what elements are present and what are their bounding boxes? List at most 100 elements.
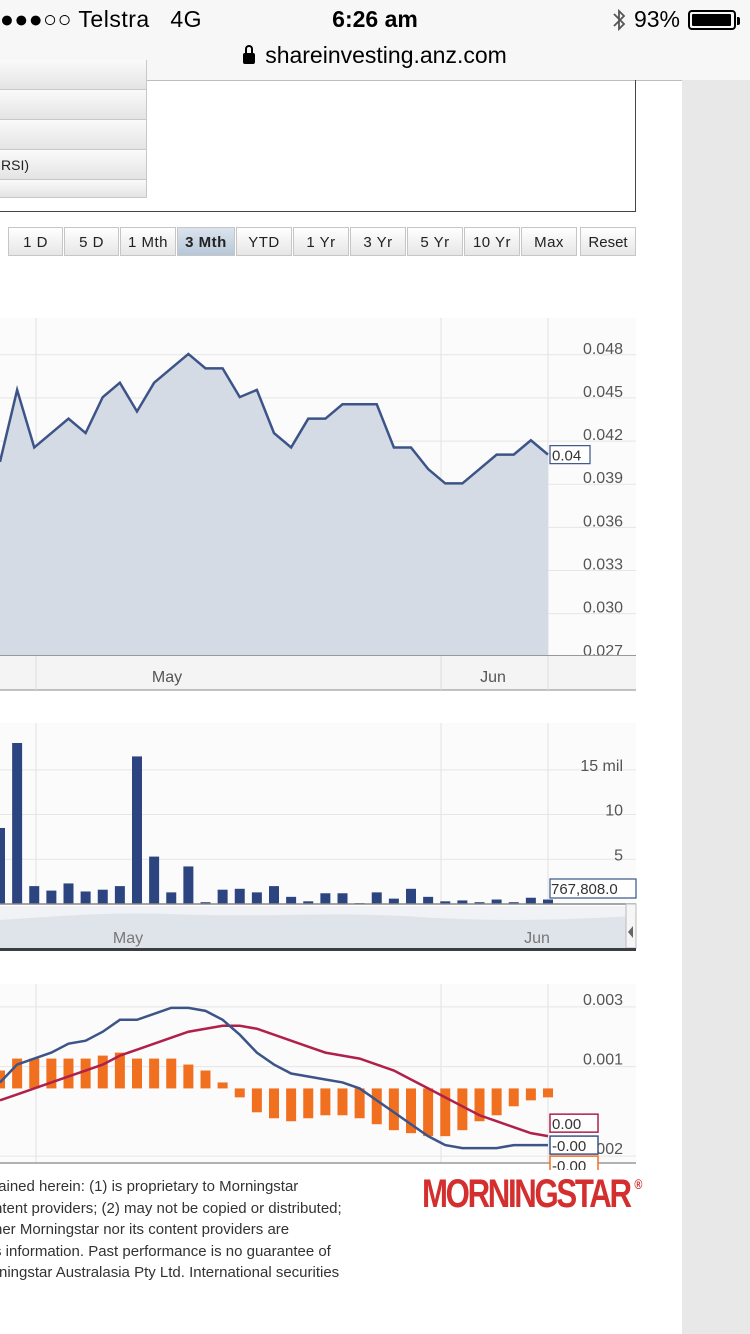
- histogram-bar: [354, 1088, 365, 1119]
- histogram-bar: [286, 1088, 297, 1122]
- volume-bar: [114, 886, 125, 904]
- logo-text: MORNINGSTAR: [422, 1172, 632, 1216]
- volume-bar: [97, 889, 108, 904]
- y-tick-label: 0.039: [583, 470, 623, 487]
- volume-bar: [0, 827, 5, 904]
- range-button[interactable]: 5 D: [64, 227, 119, 256]
- volume-bar: [406, 888, 416, 904]
- indicator-value-label: 0.00: [552, 1116, 581, 1133]
- disclaimer-line: rningstar Australasia Pty Ltd. Internati…: [0, 1264, 340, 1281]
- volume-bar: [80, 891, 91, 904]
- histogram-bar: [251, 1088, 262, 1113]
- morningstar-logo: MORNINGSTAR ®: [422, 1172, 643, 1216]
- disclaimer-line: tained herein: (1) is proprietary to Mor…: [0, 1178, 299, 1195]
- volume-bar: [371, 892, 382, 904]
- histogram-bar: [80, 1058, 91, 1089]
- menu-item[interactable]: [0, 180, 147, 198]
- volume-bar: [183, 866, 194, 904]
- range-button[interactable]: 1 D: [8, 227, 63, 256]
- y-tick-label: 0.042: [583, 427, 623, 444]
- volume-bar: [63, 883, 74, 904]
- range-button[interactable]: 5 Yr: [407, 227, 463, 256]
- histogram-bar: [183, 1064, 194, 1089]
- indicator-value-label: -0.00: [552, 1138, 586, 1155]
- histogram-bar: [166, 1058, 177, 1089]
- menu-item[interactable]: [0, 120, 147, 150]
- volume-bar: [320, 893, 331, 904]
- indicator-value-label: -0.00: [552, 1158, 586, 1170]
- volume-bar: [217, 889, 228, 904]
- y-tick-label: 0.033: [583, 557, 623, 574]
- histogram-bar: [508, 1088, 519, 1107]
- volume-panel-bg: [0, 723, 636, 904]
- range-button[interactable]: 1 Mth: [120, 227, 176, 256]
- menu-item[interactable]: [0, 60, 147, 90]
- volume-bar: [286, 896, 297, 904]
- volume-bar: [132, 756, 142, 904]
- histogram-bar: [234, 1088, 245, 1098]
- y-tick-label: 15 mil: [580, 758, 623, 775]
- range-button[interactable]: 10 Yr: [464, 227, 520, 256]
- volume-bar: [29, 886, 40, 904]
- y-tick-label: 5: [614, 847, 623, 864]
- histogram-bar: [320, 1088, 331, 1116]
- range-button[interactable]: Max: [521, 227, 577, 256]
- volume-bar: [149, 856, 160, 904]
- chart-area: 0.0480.0450.0420.0390.0360.0330.0300.027…: [0, 318, 637, 1170]
- histogram-bar: [303, 1088, 314, 1119]
- range-button[interactable]: YTD: [236, 227, 292, 256]
- volume-bar: [525, 897, 536, 904]
- indicator-menu: RSI): [0, 60, 636, 212]
- menu-item[interactable]: [0, 90, 147, 120]
- y-tick-label: 0.045: [583, 384, 623, 401]
- x-tick-label: May: [152, 669, 182, 686]
- page-margin: [682, 80, 750, 1334]
- histogram-bar: [97, 1055, 108, 1089]
- reset-button[interactable]: Reset: [580, 227, 636, 256]
- histogram-bar: [337, 1088, 348, 1116]
- histogram-bar: [423, 1088, 434, 1137]
- histogram-bar: [63, 1058, 74, 1089]
- disclaimer-line: s information. Past performance is no gu…: [0, 1242, 331, 1260]
- volume-bar: [234, 888, 245, 904]
- y-tick-label: 0.036: [583, 513, 623, 530]
- histogram-bar: [525, 1088, 536, 1101]
- y-tick-label: 0.001: [583, 1052, 623, 1069]
- histogram-bar: [149, 1058, 160, 1089]
- range-button[interactable]: 1 Yr: [293, 227, 349, 256]
- range-selector: 1 D5 D1 Mth 3 Mth YTD 1 Yr 3 Yr 5 Yr 10 Yr Max: [8, 227, 577, 256]
- battery-percent: 93%: [633, 6, 680, 32]
- y-tick-label: 0.003: [583, 992, 623, 1009]
- range-button[interactable]: 3 Mth: [177, 227, 235, 256]
- volume-bar: [46, 890, 57, 904]
- macd-panel-bg: [0, 984, 636, 1163]
- x-tick-label: Jun: [480, 669, 506, 686]
- lock-icon: [243, 45, 256, 64]
- disclaimer-line: her Morningstar nor its content provider…: [0, 1221, 290, 1238]
- current-price-label: 0.04: [552, 448, 581, 465]
- y-tick-label: 0.030: [583, 600, 623, 617]
- volume-bar: [251, 892, 262, 904]
- histogram-bar: [200, 1070, 211, 1089]
- menu-item-rsi[interactable]: RSI): [0, 150, 147, 180]
- status-right: 93%: [612, 6, 740, 33]
- volume-bar: [166, 892, 177, 904]
- navigator-label: Jun: [524, 930, 550, 947]
- disclaimer-line: ntent providers; (2) may not be copied o…: [0, 1199, 342, 1217]
- histogram-bar: [29, 1058, 40, 1089]
- histogram-bar: [543, 1088, 553, 1098]
- histogram-bar: [491, 1088, 502, 1116]
- current-volume-label: 767,808.0: [551, 881, 618, 898]
- volume-bar: [388, 898, 399, 904]
- histogram-bar: [217, 1082, 228, 1089]
- navigator-label: May: [113, 930, 143, 947]
- histogram-bar: [269, 1088, 279, 1119]
- disclaimer: tained herein: (1) is proprietary to Mor…: [0, 1176, 420, 1284]
- histogram-bar: [371, 1088, 382, 1125]
- url-text: shareinvesting.anz.com: [265, 42, 507, 68]
- range-button[interactable]: 3 Yr: [350, 227, 406, 256]
- volume-bar: [12, 743, 23, 904]
- volume-bar: [337, 893, 348, 904]
- y-tick-label: 0.048: [583, 341, 623, 358]
- bluetooth-icon: [613, 8, 626, 31]
